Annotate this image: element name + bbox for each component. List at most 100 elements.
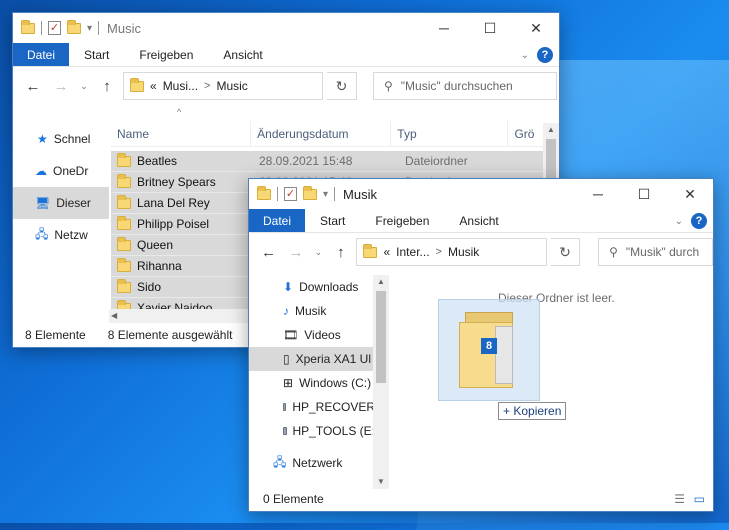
column-size[interactable]: Grö [508,121,547,146]
navigation-pane: ★ Schnel ☁ OneDr 🖥 Dieser 🖧 Netzw [13,123,109,251]
scroll-left-icon[interactable]: ◀ [111,309,117,323]
search-placeholder: "Music" durchsuchen [400,79,513,93]
nav-label: Windows (C:) [299,376,372,390]
cell-name: Lana Del Rey [111,194,253,210]
nav-label: Schnel [53,132,91,146]
new-folder-icon[interactable] [303,185,317,200]
column-name[interactable]: Name [111,121,252,146]
tab-ansicht[interactable]: Ansicht [208,43,277,66]
tab-datei[interactable]: Datei [249,209,306,232]
tab-freigeben[interactable]: Freigeben [360,209,444,232]
drag-count-badge: 8 [481,338,497,354]
nav-label: Videos [304,328,341,342]
cell-type: Dateiordner [405,154,468,168]
up-arrow-icon[interactable]: ↑ [329,244,352,261]
computer-icon: 🖥 [35,196,51,210]
tab-start[interactable]: Start [69,43,124,66]
close-button[interactable]: ✕ [667,179,713,209]
nav-label: Dieser [56,196,91,210]
details-view-icon[interactable]: ☰ [674,492,685,506]
folder-icon [117,173,131,188]
tab-freigeben[interactable]: Freigeben [124,43,208,66]
ribbon-expand-icon[interactable]: ⌄ [675,216,683,227]
nav-item-windows-c[interactable]: ⊞ Windows (C:) [249,371,375,395]
up-arrow-icon[interactable]: ↑ [95,78,119,95]
table-row[interactable]: Beatles 28.09.2021 15:48 Dateiordner [111,151,547,172]
maximize-button[interactable]: ☐ [621,179,667,209]
nav-item-videos[interactable]: 🎞 Videos [249,323,375,347]
quick-access-dropdown-icon[interactable]: ▾ [87,23,92,34]
forward-arrow-icon[interactable]: → [284,244,307,261]
ribbon-expand-icon[interactable]: ⌄ [521,50,529,61]
search-placeholder: "Musik" durch [625,245,700,259]
navigation-pane: ⬇ Downloads ♪ Musik 🎞 Videos ▯ Xperia XA… [249,275,375,479]
network-icon: 🖧 [35,226,49,241]
help-icon[interactable]: ? [691,213,707,229]
nav-item-hp-tools[interactable]: HP_TOOLS (E: [249,419,375,443]
divider [41,21,42,35]
row-name: Britney Spears [137,175,216,189]
network-icon: 🖧 [273,454,287,469]
column-date[interactable]: Änderungsdatum [251,121,392,146]
search-box[interactable]: ⚲ "Music" durchsuchen [373,72,557,100]
nav-item-hp-recovery[interactable]: HP_RECOVER [249,395,375,419]
title-bar[interactable]: ✓ ▾ Music ─ ☐ ✕ [13,13,559,43]
large-icons-view-icon[interactable]: ▭ [694,492,705,506]
properties-icon[interactable]: ✓ [48,21,61,35]
nav-item-xperia[interactable]: ▯ Xperia XA1 Ul [249,347,375,371]
forward-arrow-icon[interactable]: → [49,78,73,95]
minimize-button[interactable]: ─ [575,179,621,209]
row-name: Rihanna [137,259,182,273]
close-button[interactable]: ✕ [513,13,559,43]
search-icon: ⚲ [609,245,618,259]
title-bar[interactable]: ✓ ▾ Musik ─ ☐ ✕ [249,179,713,209]
search-box[interactable]: ⚲ "Musik" durch [598,238,713,266]
tab-ansicht[interactable]: Ansicht [444,209,513,232]
nav-item-musik[interactable]: ♪ Musik [249,299,375,323]
properties-icon[interactable]: ✓ [284,187,297,201]
nav-item-downloads[interactable]: ⬇ Downloads [249,275,375,299]
tab-datei[interactable]: Datei [13,43,70,66]
refresh-icon[interactable]: ↻ [550,238,581,266]
copy-tooltip: + Kopieren [498,402,567,420]
address-overflow[interactable]: « [383,245,390,259]
nav-item-quick-access[interactable]: ★ Schnel [13,123,109,155]
sort-ascending-icon: ^ [177,107,182,117]
divider [334,187,336,201]
recent-dropdown-icon[interactable]: ⌄ [312,247,326,258]
back-arrow-icon[interactable]: ← [21,78,45,95]
breadcrumb-separator[interactable]: > [204,80,210,92]
minimize-button[interactable]: ─ [421,13,467,43]
nav-item-netzwerk[interactable]: 🖧 Netzwerk [249,447,375,479]
nav-label: Musik [295,304,327,318]
tab-start[interactable]: Start [305,209,360,232]
quick-access-dropdown-icon[interactable]: ▾ [323,189,328,200]
folder-icon [117,194,131,209]
nav-item-onedrive[interactable]: ☁ OneDr [13,155,109,187]
back-arrow-icon[interactable]: ← [257,244,280,261]
new-folder-icon[interactable] [67,19,81,34]
windows-drive-icon: ⊞ [283,376,294,390]
address-bar[interactable]: « Inter... > Musik [356,238,547,266]
nav-item-this-pc[interactable]: 🖥 Dieser [13,187,109,219]
maximize-button[interactable]: ☐ [467,13,513,43]
cell-name: Queen [111,236,253,252]
breadcrumb-separator[interactable]: > [436,246,442,258]
breadcrumb-parent[interactable]: Inter... [396,245,429,259]
scroll-up-icon[interactable]: ▲ [373,275,389,289]
help-icon[interactable]: ? [537,47,553,63]
nav-item-network[interactable]: 🖧 Netzw [13,219,109,251]
address-overflow[interactable]: « [150,79,157,93]
refresh-icon[interactable]: ↻ [327,72,357,100]
breadcrumb-current[interactable]: Music [216,79,247,93]
address-bar[interactable]: « Musi... > Music [123,72,323,100]
column-type[interactable]: Typ [391,121,509,146]
nav-pane-scrollbar[interactable]: ▲ ▼ [373,275,389,489]
folder-icon [117,152,131,167]
recent-dropdown-icon[interactable]: ⌄ [77,81,91,92]
breadcrumb-parent[interactable]: Musi... [163,79,198,93]
scroll-thumb[interactable] [376,291,386,383]
breadcrumb-current[interactable]: Musik [448,245,479,259]
folder-icon [363,243,378,258]
scroll-up-icon[interactable]: ▲ [543,123,559,137]
